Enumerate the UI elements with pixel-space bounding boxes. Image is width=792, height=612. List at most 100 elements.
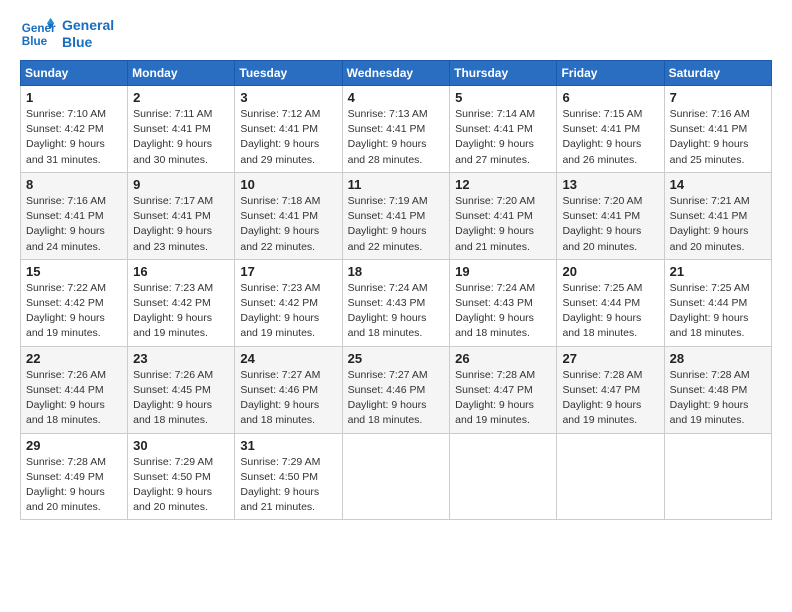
daylight-label: Daylight: 9 hours and 18 minutes. [562, 312, 641, 339]
sunrise-label: Sunrise: 7:23 AM [240, 282, 320, 294]
calendar-cell [664, 433, 771, 520]
day-number: 31 [240, 438, 336, 453]
sunrise-label: Sunrise: 7:26 AM [133, 369, 213, 381]
sunrise-label: Sunrise: 7:25 AM [562, 282, 642, 294]
daylight-label: Daylight: 9 hours and 23 minutes. [133, 225, 212, 252]
daylight-label: Daylight: 9 hours and 21 minutes. [455, 225, 534, 252]
day-number: 30 [133, 438, 229, 453]
sunrise-label: Sunrise: 7:28 AM [562, 369, 642, 381]
day-info: Sunrise: 7:28 AM Sunset: 4:49 PM Dayligh… [26, 455, 122, 516]
sunrise-label: Sunrise: 7:25 AM [670, 282, 750, 294]
sunset-label: Sunset: 4:41 PM [133, 210, 211, 222]
logo: General Blue General Blue [20, 16, 114, 52]
calendar-week-row: 1 Sunrise: 7:10 AM Sunset: 4:42 PM Dayli… [21, 86, 772, 173]
day-number: 6 [562, 90, 658, 105]
sunset-label: Sunset: 4:42 PM [26, 297, 104, 309]
daylight-label: Daylight: 9 hours and 29 minutes. [240, 138, 319, 165]
day-info: Sunrise: 7:19 AM Sunset: 4:41 PM Dayligh… [348, 194, 445, 255]
sunrise-label: Sunrise: 7:22 AM [26, 282, 106, 294]
logo-name: General Blue [62, 17, 114, 51]
day-info: Sunrise: 7:10 AM Sunset: 4:42 PM Dayligh… [26, 107, 122, 168]
day-info: Sunrise: 7:26 AM Sunset: 4:44 PM Dayligh… [26, 368, 122, 429]
calendar-cell: 1 Sunrise: 7:10 AM Sunset: 4:42 PM Dayli… [21, 86, 128, 173]
sunrise-label: Sunrise: 7:15 AM [562, 108, 642, 120]
daylight-label: Daylight: 9 hours and 24 minutes. [26, 225, 105, 252]
day-number: 14 [670, 177, 766, 192]
daylight-label: Daylight: 9 hours and 20 minutes. [562, 225, 641, 252]
sunset-label: Sunset: 4:46 PM [348, 384, 426, 396]
day-number: 25 [348, 351, 445, 366]
day-info: Sunrise: 7:26 AM Sunset: 4:45 PM Dayligh… [133, 368, 229, 429]
day-number: 19 [455, 264, 551, 279]
sunset-label: Sunset: 4:41 PM [348, 123, 426, 135]
day-number: 29 [26, 438, 122, 453]
sunrise-label: Sunrise: 7:20 AM [455, 195, 535, 207]
sunset-label: Sunset: 4:49 PM [26, 471, 104, 483]
calendar-cell: 11 Sunrise: 7:19 AM Sunset: 4:41 PM Dayl… [342, 172, 450, 259]
column-header-sunday: Sunday [21, 61, 128, 86]
calendar-cell: 25 Sunrise: 7:27 AM Sunset: 4:46 PM Dayl… [342, 346, 450, 433]
header: General Blue General Blue [20, 16, 772, 52]
day-number: 11 [348, 177, 445, 192]
sunrise-label: Sunrise: 7:21 AM [670, 195, 750, 207]
day-info: Sunrise: 7:14 AM Sunset: 4:41 PM Dayligh… [455, 107, 551, 168]
daylight-label: Daylight: 9 hours and 31 minutes. [26, 138, 105, 165]
calendar-cell: 18 Sunrise: 7:24 AM Sunset: 4:43 PM Dayl… [342, 259, 450, 346]
sunset-label: Sunset: 4:41 PM [240, 123, 318, 135]
day-number: 17 [240, 264, 336, 279]
daylight-label: Daylight: 9 hours and 18 minutes. [240, 399, 319, 426]
calendar-cell: 16 Sunrise: 7:23 AM Sunset: 4:42 PM Dayl… [128, 259, 235, 346]
daylight-label: Daylight: 9 hours and 18 minutes. [670, 312, 749, 339]
sunset-label: Sunset: 4:44 PM [562, 297, 640, 309]
calendar-cell: 24 Sunrise: 7:27 AM Sunset: 4:46 PM Dayl… [235, 346, 342, 433]
calendar-week-row: 22 Sunrise: 7:26 AM Sunset: 4:44 PM Dayl… [21, 346, 772, 433]
day-info: Sunrise: 7:20 AM Sunset: 4:41 PM Dayligh… [455, 194, 551, 255]
sunset-label: Sunset: 4:47 PM [562, 384, 640, 396]
calendar-cell: 17 Sunrise: 7:23 AM Sunset: 4:42 PM Dayl… [235, 259, 342, 346]
sunset-label: Sunset: 4:42 PM [133, 297, 211, 309]
svg-text:Blue: Blue [22, 35, 48, 48]
day-info: Sunrise: 7:24 AM Sunset: 4:43 PM Dayligh… [455, 281, 551, 342]
day-number: 18 [348, 264, 445, 279]
calendar-week-row: 29 Sunrise: 7:28 AM Sunset: 4:49 PM Dayl… [21, 433, 772, 520]
day-number: 8 [26, 177, 122, 192]
sunrise-label: Sunrise: 7:29 AM [240, 456, 320, 468]
sunset-label: Sunset: 4:47 PM [455, 384, 533, 396]
column-header-tuesday: Tuesday [235, 61, 342, 86]
sunrise-label: Sunrise: 7:11 AM [133, 108, 212, 120]
sunset-label: Sunset: 4:41 PM [455, 210, 533, 222]
day-number: 27 [562, 351, 658, 366]
day-info: Sunrise: 7:22 AM Sunset: 4:42 PM Dayligh… [26, 281, 122, 342]
sunset-label: Sunset: 4:41 PM [670, 210, 748, 222]
day-info: Sunrise: 7:23 AM Sunset: 4:42 PM Dayligh… [133, 281, 229, 342]
sunset-label: Sunset: 4:43 PM [348, 297, 426, 309]
calendar-cell [557, 433, 664, 520]
sunrise-label: Sunrise: 7:27 AM [240, 369, 320, 381]
sunset-label: Sunset: 4:41 PM [670, 123, 748, 135]
sunset-label: Sunset: 4:41 PM [348, 210, 426, 222]
column-header-monday: Monday [128, 61, 235, 86]
daylight-label: Daylight: 9 hours and 26 minutes. [562, 138, 641, 165]
sunrise-label: Sunrise: 7:20 AM [562, 195, 642, 207]
calendar-cell: 28 Sunrise: 7:28 AM Sunset: 4:48 PM Dayl… [664, 346, 771, 433]
sunrise-label: Sunrise: 7:16 AM [670, 108, 750, 120]
sunset-label: Sunset: 4:48 PM [670, 384, 748, 396]
calendar-cell: 13 Sunrise: 7:20 AM Sunset: 4:41 PM Dayl… [557, 172, 664, 259]
day-number: 13 [562, 177, 658, 192]
sunset-label: Sunset: 4:43 PM [455, 297, 533, 309]
day-info: Sunrise: 7:18 AM Sunset: 4:41 PM Dayligh… [240, 194, 336, 255]
day-info: Sunrise: 7:28 AM Sunset: 4:47 PM Dayligh… [455, 368, 551, 429]
daylight-label: Daylight: 9 hours and 18 minutes. [455, 312, 534, 339]
daylight-label: Daylight: 9 hours and 18 minutes. [348, 312, 427, 339]
day-number: 3 [240, 90, 336, 105]
daylight-label: Daylight: 9 hours and 20 minutes. [26, 486, 105, 513]
day-info: Sunrise: 7:25 AM Sunset: 4:44 PM Dayligh… [562, 281, 658, 342]
sunset-label: Sunset: 4:45 PM [133, 384, 211, 396]
daylight-label: Daylight: 9 hours and 19 minutes. [133, 312, 212, 339]
day-info: Sunrise: 7:27 AM Sunset: 4:46 PM Dayligh… [240, 368, 336, 429]
column-header-saturday: Saturday [664, 61, 771, 86]
daylight-label: Daylight: 9 hours and 27 minutes. [455, 138, 534, 165]
sunset-label: Sunset: 4:41 PM [562, 210, 640, 222]
logo-icon: General Blue [20, 16, 56, 52]
sunset-label: Sunset: 4:41 PM [240, 210, 318, 222]
